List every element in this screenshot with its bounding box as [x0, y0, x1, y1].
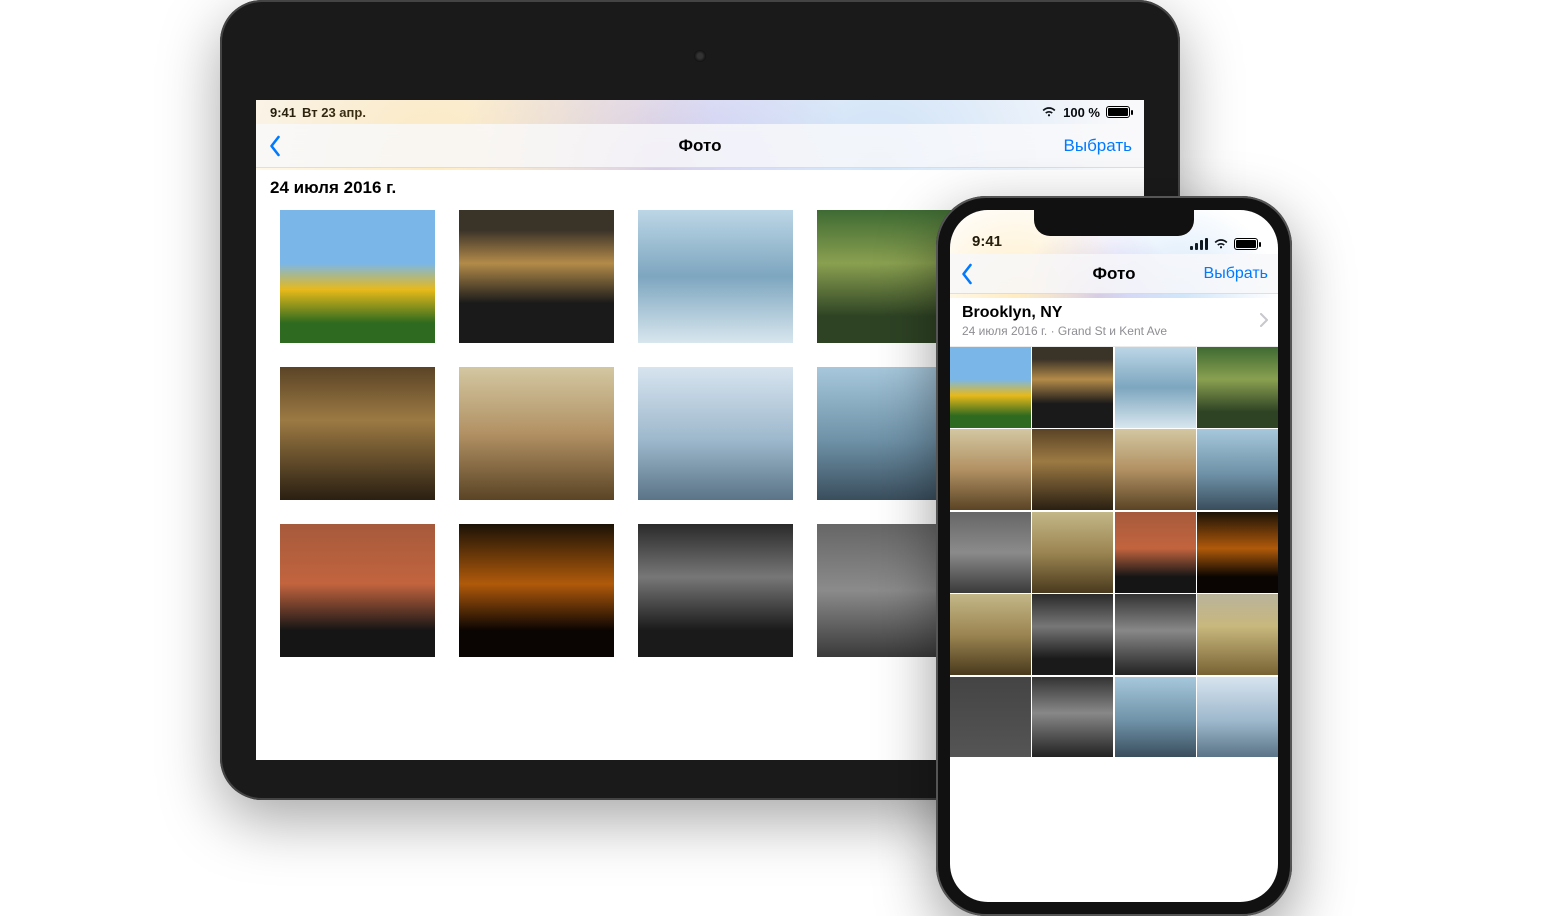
ipad-camera: [694, 50, 706, 62]
photo-thumbnail[interactable]: [280, 524, 435, 657]
select-button[interactable]: Выбрать: [1064, 136, 1132, 156]
photo-thumbnail[interactable]: [459, 367, 614, 500]
photo-thumbnail[interactable]: [1197, 429, 1278, 510]
photo-thumbnail[interactable]: [1115, 512, 1196, 593]
battery-icon: [1234, 238, 1258, 250]
photo-thumbnail[interactable]: [950, 429, 1031, 510]
photo-thumbnail[interactable]: [1197, 594, 1278, 675]
photo-thumbnail[interactable]: [638, 210, 793, 343]
section-header[interactable]: Brooklyn, NY 24 июля 2016 г. · Grand St …: [950, 294, 1278, 347]
photo-thumbnail[interactable]: [1032, 594, 1113, 675]
select-button[interactable]: Выбрать: [1204, 265, 1268, 283]
iphone-notch: [1034, 210, 1194, 236]
cellular-icon: [1190, 238, 1208, 250]
photo-thumbnail[interactable]: [1115, 677, 1196, 758]
nav-title: Фото: [256, 136, 1144, 156]
ipad-status-bar: 9:41 Вт 23 апр. 100 %: [256, 100, 1144, 124]
iphone-nav-bar: Фото Выбрать: [950, 254, 1278, 294]
status-time: 9:41: [270, 105, 296, 120]
photo-thumbnail[interactable]: [638, 524, 793, 657]
photo-thumbnail[interactable]: [1115, 347, 1196, 428]
chevron-right-icon: [1260, 313, 1268, 327]
photo-thumbnail[interactable]: [1032, 512, 1113, 593]
battery-icon: [1106, 106, 1130, 118]
photo-thumbnail[interactable]: [459, 210, 614, 343]
photo-thumbnail[interactable]: [1115, 429, 1196, 510]
wifi-icon: [1213, 238, 1229, 250]
back-button[interactable]: [268, 135, 281, 157]
wifi-icon: [1041, 106, 1057, 118]
photo-thumbnail[interactable]: [1197, 347, 1278, 428]
section-location: Brooklyn, NY: [962, 304, 1266, 322]
photo-thumbnail[interactable]: [1197, 512, 1278, 593]
photo-thumbnail[interactable]: [280, 210, 435, 343]
photo-thumbnail[interactable]: [1197, 677, 1278, 758]
ipad-nav-bar: Фото Выбрать: [256, 124, 1144, 168]
iphone-screen: 9:41 Фото Выбрать: [950, 210, 1278, 902]
section-subtitle: 24 июля 2016 г. · Grand St и Kent Ave: [962, 324, 1266, 338]
iphone-device-frame: 9:41 Фото Выбрать: [936, 196, 1292, 916]
photo-thumbnail[interactable]: [950, 512, 1031, 593]
photo-thumbnail[interactable]: [638, 367, 793, 500]
photo-thumbnail[interactable]: [1032, 347, 1113, 428]
status-time: 9:41: [972, 233, 1002, 250]
photo-thumbnail[interactable]: [1032, 677, 1113, 758]
photo-thumbnail[interactable]: [280, 367, 435, 500]
battery-pct: 100 %: [1063, 105, 1100, 120]
back-button[interactable]: [960, 263, 973, 285]
photo-thumbnail[interactable]: [950, 347, 1031, 428]
photo-thumbnail[interactable]: [950, 594, 1031, 675]
iphone-photo-grid: [950, 347, 1278, 757]
photo-thumbnail[interactable]: [950, 677, 1031, 758]
status-date: Вт 23 апр.: [302, 105, 366, 120]
photo-thumbnail[interactable]: [1032, 429, 1113, 510]
photo-thumbnail[interactable]: [459, 524, 614, 657]
photo-thumbnail[interactable]: [1115, 594, 1196, 675]
